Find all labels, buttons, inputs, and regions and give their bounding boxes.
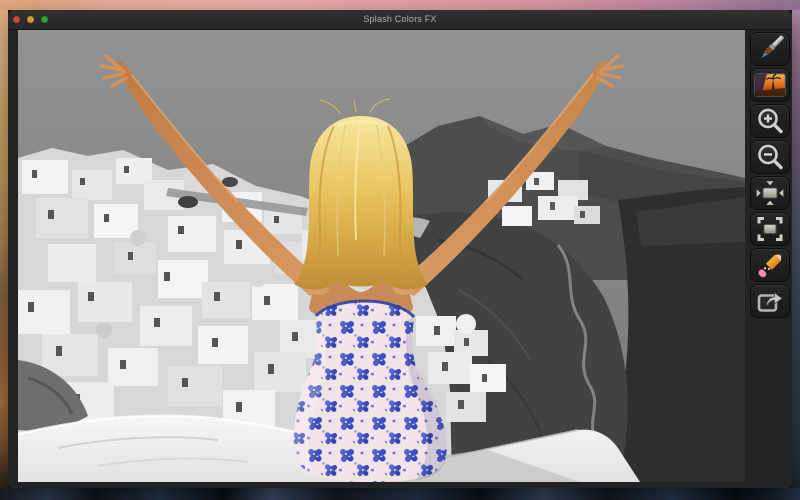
zoom-out-tool-button[interactable] — [750, 140, 790, 174]
sample-photo-tool-button[interactable] — [750, 68, 790, 102]
zoom-in-tool-button[interactable] — [750, 104, 790, 138]
actual-size-tool-button[interactable] — [750, 176, 790, 210]
app-window: Splash Colors FX — [8, 10, 792, 488]
fit-to-window-tool-button[interactable] — [750, 212, 790, 246]
wallpaper-top-strip — [0, 0, 800, 10]
wallpaper-right-strip — [792, 10, 800, 500]
pencil-tool-button[interactable] — [750, 248, 790, 282]
window-title: Splash Colors FX — [363, 14, 437, 24]
actual-size-icon — [756, 180, 784, 206]
sample-photo-icon — [754, 73, 786, 97]
tool-palette — [750, 32, 790, 318]
desktop-wallpaper: Splash Colors FX — [0, 0, 800, 500]
wallpaper-bottom-strip — [0, 488, 800, 500]
pencil-eraser-icon — [758, 254, 782, 278]
fit-to-window-icon — [757, 217, 783, 241]
magnifier-minus-icon — [758, 144, 783, 170]
export-tool-button[interactable] — [750, 284, 790, 318]
wallpaper-left-strip — [0, 10, 8, 500]
photo-canvas[interactable] — [18, 30, 745, 482]
title-bar[interactable]: Splash Colors FX — [8, 10, 792, 30]
paintbrush-icon — [761, 35, 785, 59]
brush-tool-button[interactable] — [750, 32, 790, 66]
magnifier-plus-icon — [758, 108, 783, 134]
export-share-icon — [757, 292, 783, 312]
